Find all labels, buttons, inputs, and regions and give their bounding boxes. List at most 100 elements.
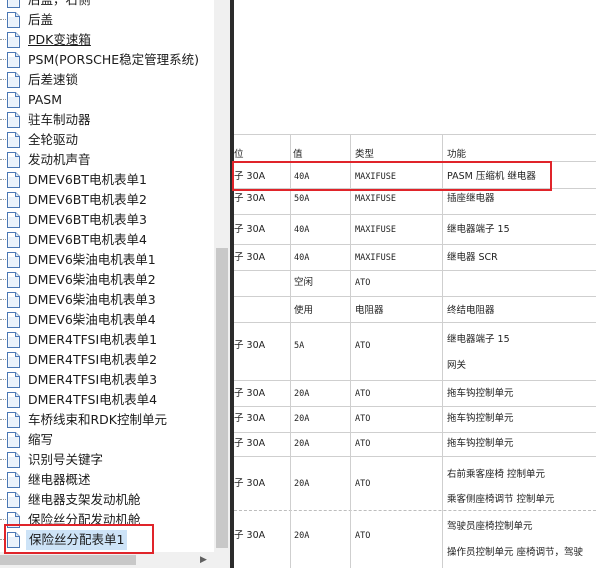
tree-item[interactable]: 后差速锁 (0, 70, 214, 90)
tree-item[interactable]: DMEV6BT电机表单3 (0, 210, 214, 230)
tree-item-label: DMEV6BT电机表单2 (28, 192, 147, 207)
row-divider (234, 244, 596, 245)
document-icon (7, 412, 20, 428)
tree-item[interactable]: DMER4TFSI电机表单4 (0, 390, 214, 410)
cell-value: 使用 (294, 305, 314, 316)
tree-item-label: DMEV6柴油电机表单4 (28, 312, 156, 327)
document-icon (7, 0, 20, 8)
cell-position: 子 30A (234, 388, 266, 399)
header-function: 功能 (447, 149, 467, 160)
tree-item[interactable]: DMEV6柴油电机表单3 (0, 290, 214, 310)
cell-value: 5A (294, 341, 305, 351)
document-pane: 位 值 类型 功能 子 30A 40A MAXIFUSE PASM 压缩机 继电… (234, 0, 596, 568)
tree-item[interactable]: 缩写 (0, 430, 214, 450)
tree-item-label: 全轮驱动 (28, 132, 79, 147)
cell-position: 子 30A (234, 530, 266, 541)
tree-item[interactable]: DMEV6柴油电机表单1 (0, 250, 214, 270)
tree-item[interactable]: DMEV6柴油电机表单4 (0, 310, 214, 330)
document-icon (7, 152, 20, 168)
cell-function-line2: 操作员控制单元 座椅调节，驾驶 (447, 547, 584, 558)
tree-item[interactable]: 继电器支架发动机舱 (0, 490, 214, 510)
cell-type: MAXIFUSE (355, 225, 396, 235)
cell-position: 子 30A (234, 478, 266, 489)
table-top-border (234, 134, 596, 135)
row-divider (234, 296, 596, 297)
document-icon (7, 132, 20, 148)
tree-item-label: 车桥线束和RDK控制单元 (28, 412, 168, 427)
cell-function: 驾驶员座椅控制单元 (447, 521, 533, 532)
cell-value: 40A (294, 225, 310, 235)
document-icon (7, 112, 20, 128)
tree-item[interactable]: DMEV6BT电机表单4 (0, 230, 214, 250)
cell-function-line2: 网关 (447, 360, 467, 371)
column-divider (442, 134, 443, 568)
row-divider (234, 214, 596, 215)
column-divider (350, 134, 351, 568)
cell-function: 拖车钩控制单元 (447, 413, 514, 424)
document-icon (7, 472, 20, 488)
tree-item-label: 继电器概述 (28, 472, 91, 487)
tree-item-label: DMEV6BT电机表单1 (28, 172, 147, 187)
tree-item[interactable]: PASM (0, 90, 214, 110)
tree-item[interactable]: 后盖 (0, 10, 214, 30)
cell-value: 40A (294, 253, 310, 263)
tree-item[interactable]: DMEV6BT电机表单2 (0, 190, 214, 210)
tree-item[interactable]: 车桥线束和RDK控制单元 (0, 410, 214, 430)
cell-value: 20A (294, 389, 310, 399)
nav-vertical-scroll-thumb[interactable] (216, 248, 228, 548)
tree-item-label: DMER4TFSI电机表单2 (28, 352, 158, 367)
cell-type: ATO (355, 439, 371, 449)
tree-item-label: 后盖 (28, 12, 54, 27)
tree-item[interactable]: DMEV6柴油电机表单2 (0, 270, 214, 290)
tree-item-label: 继电器支架发动机舱 (28, 492, 141, 507)
nav-horizontal-scroll-thumb[interactable] (0, 555, 136, 565)
cell-position: 子 30A (234, 413, 266, 424)
tree-item[interactable]: 识别号关键字 (0, 450, 214, 470)
cell-type: 电阻器 (355, 305, 384, 316)
nav-horizontal-scrollbar[interactable]: ▶ (0, 552, 230, 568)
cell-function: 继电器 SCR (447, 252, 498, 263)
row-divider (234, 380, 596, 381)
tree-item[interactable]: DMER4TFSI电机表单3 (0, 370, 214, 390)
row-divider (234, 270, 596, 271)
header-position: 位 (234, 149, 244, 160)
cell-position: 子 30A (234, 224, 266, 235)
tree-item[interactable]: DMER4TFSI电机表单1 (0, 330, 214, 350)
tree-item[interactable]: 发动机声音 (0, 150, 214, 170)
cell-type: ATO (355, 341, 371, 351)
cell-type: ATO (355, 389, 371, 399)
tree-item[interactable]: 后盖，右侧 (0, 0, 214, 10)
cell-position: 子 30A (234, 193, 266, 204)
tree-item[interactable]: 驻车制动器 (0, 110, 214, 130)
tree-item[interactable]: DMER4TFSI电机表单2 (0, 350, 214, 370)
document-icon (7, 212, 20, 228)
tree-item[interactable]: PDK变速箱 (0, 30, 214, 50)
tree-item-label: DMEV6柴油电机表单3 (28, 292, 156, 307)
document-icon (7, 172, 20, 188)
tree-item[interactable]: 全轮驱动 (0, 130, 214, 150)
header-type: 类型 (355, 149, 375, 160)
cell-type: ATO (355, 414, 371, 424)
column-divider (290, 134, 291, 568)
cell-function: 拖车钩控制单元 (447, 438, 514, 449)
cell-type: MAXIFUSE (355, 194, 396, 204)
document-icon (7, 272, 20, 288)
document-icon (7, 192, 20, 208)
tree-item-label: 后盖，右侧 (28, 0, 91, 10)
cell-value: 20A (294, 439, 310, 449)
cell-value: 20A (294, 531, 310, 541)
nav-vertical-scrollbar[interactable] (214, 0, 230, 552)
cell-function-line2: 乘客侧座椅调节 控制单元 (447, 494, 555, 505)
tree-item[interactable]: 继电器概述 (0, 470, 214, 490)
tree-item[interactable]: DMEV6BT电机表单1 (0, 170, 214, 190)
chevron-right-icon[interactable]: ▶ (200, 555, 207, 565)
cell-function: 继电器端子 15 (447, 224, 510, 235)
tree-item-label: DMER4TFSI电机表单1 (28, 332, 158, 347)
document-icon (7, 252, 20, 268)
tree-item-label: 缩写 (28, 432, 54, 447)
tree-item-label: 发动机声音 (28, 152, 91, 167)
tree-item-label: 驻车制动器 (28, 112, 91, 127)
row-divider (234, 322, 596, 323)
tree-item[interactable]: PSM(PORSCHE稳定管理系统) (0, 50, 214, 70)
document-icon (7, 432, 20, 448)
